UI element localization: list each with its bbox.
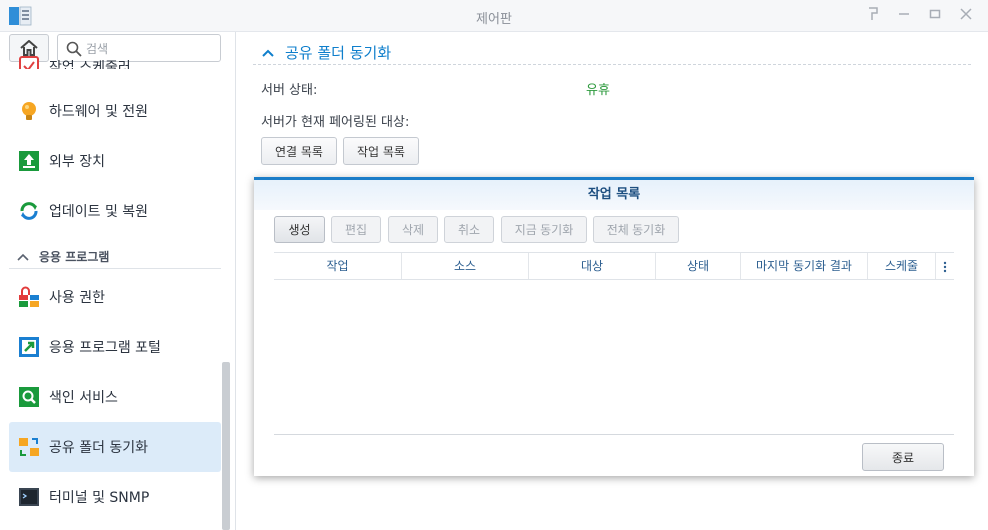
task-list-dialog: 작업 목록 생성 편집 삭제 취소 지금 동기화 전체 동기화 작업 소스 대상… <box>254 177 974 476</box>
sidebar-item-label: 외부 장치 <box>49 154 105 170</box>
bulb-icon <box>22 102 36 120</box>
server-status-label: 서버 상태: <box>261 83 318 98</box>
external-device-icon <box>19 151 39 171</box>
section-header-shared-folder-sync[interactable]: 공유 폴더 동기화 <box>261 42 391 63</box>
column-header-schedule[interactable]: 스케줄 <box>868 253 936 279</box>
dialog-title: 작업 목록 <box>254 180 974 210</box>
delete-button[interactable]: 삭제 <box>388 216 438 243</box>
app-portal-icon <box>19 337 39 357</box>
terminal-icon <box>19 488 39 506</box>
sidebar-scrollbar[interactable] <box>222 362 230 530</box>
sidebar-item-label: 색인 서비스 <box>49 390 118 406</box>
divider <box>253 64 971 65</box>
column-header-status[interactable]: 상태 <box>656 253 741 279</box>
sidebar-item-label: 업데이트 및 복원 <box>49 204 149 220</box>
chevron-up-icon <box>262 49 274 57</box>
task-grid-header: 작업 소스 대상 상태 마지막 동기화 결과 스케줄 <box>274 252 954 280</box>
maximize-icon[interactable] <box>926 7 944 25</box>
window-title: 제어판 <box>476 12 512 27</box>
close-icon[interactable] <box>957 7 975 25</box>
indexing-service-icon <box>19 387 39 407</box>
sidebar-item-label: 사용 권한 <box>49 290 105 306</box>
paired-target-label: 서버가 현재 페어링된 대상: <box>261 115 410 130</box>
sidebar-item-indexing-service[interactable]: 색인 서비스 <box>9 372 221 422</box>
server-status-value: 유휴 <box>586 83 610 98</box>
sidebar-item-shared-folder-sync[interactable]: 공유 폴더 동기화 <box>9 422 221 472</box>
privileges-icon <box>19 286 39 307</box>
section-label: 응용 프로그램 <box>39 250 110 264</box>
sidebar-item-label: 작업 스케줄러 <box>49 60 131 69</box>
divider <box>274 434 954 435</box>
connection-list-button[interactable]: 연결 목록 <box>261 137 337 165</box>
shared-folder-sync-icon <box>19 438 39 456</box>
sidebar-item-app-portal[interactable]: 응용 프로그램 포털 <box>9 322 221 372</box>
column-header-task[interactable]: 작업 <box>274 253 402 279</box>
title-bar: 제어판 <box>0 0 988 32</box>
sidebar-item-update-restore[interactable]: 업데이트 및 복원 <box>9 186 221 236</box>
minimize-icon[interactable] <box>895 7 913 25</box>
cancel-button[interactable]: 취소 <box>444 216 494 243</box>
sidebar-item-task-scheduler[interactable]: 작업 스케줄러 <box>9 47 221 69</box>
sidebar-item-label: 공유 폴더 동기화 <box>49 440 149 456</box>
column-header-destination[interactable]: 대상 <box>529 253 656 279</box>
create-button[interactable]: 생성 <box>274 216 325 243</box>
column-header-last-sync-result[interactable]: 마지막 동기화 결과 <box>741 253 868 279</box>
sidebar-item-terminal-snmp[interactable]: 터미널 및 SNMP <box>9 472 221 522</box>
sync-now-button[interactable]: 지금 동기화 <box>501 216 587 243</box>
update-restore-icon <box>20 202 38 220</box>
task-scheduler-icon <box>19 56 39 69</box>
sidebar-item-label: 응용 프로그램 포털 <box>49 340 161 356</box>
close-button[interactable]: 종료 <box>862 443 944 471</box>
sidebar-item-external-devices[interactable]: 외부 장치 <box>9 136 221 186</box>
section-header-applications[interactable]: 응용 프로그램 <box>9 245 221 269</box>
help-icon[interactable] <box>864 7 882 25</box>
full-sync-button[interactable]: 전체 동기화 <box>593 216 679 243</box>
chevron-up-icon <box>17 253 29 261</box>
page-title: 공유 폴더 동기화 <box>285 44 392 62</box>
column-header-source[interactable]: 소스 <box>402 253 529 279</box>
task-grid-body <box>274 280 954 434</box>
sidebar-item-label: 터미널 및 SNMP <box>49 490 150 506</box>
task-list-button[interactable]: 작업 목록 <box>343 137 419 165</box>
sidebar-item-hardware-power[interactable]: 하드웨어 및 전원 <box>9 86 221 136</box>
sidebar-item-privileges[interactable]: 사용 권한 <box>9 272 221 322</box>
edit-button[interactable]: 편집 <box>331 216 381 243</box>
sidebar-item-label: 하드웨어 및 전원 <box>49 104 149 120</box>
column-menu-icon[interactable] <box>936 253 954 279</box>
sidebar: 작업 스케줄러 하드웨어 및 전원 외부 장치 업데이트 및 복원 응용 프로 <box>0 32 236 530</box>
